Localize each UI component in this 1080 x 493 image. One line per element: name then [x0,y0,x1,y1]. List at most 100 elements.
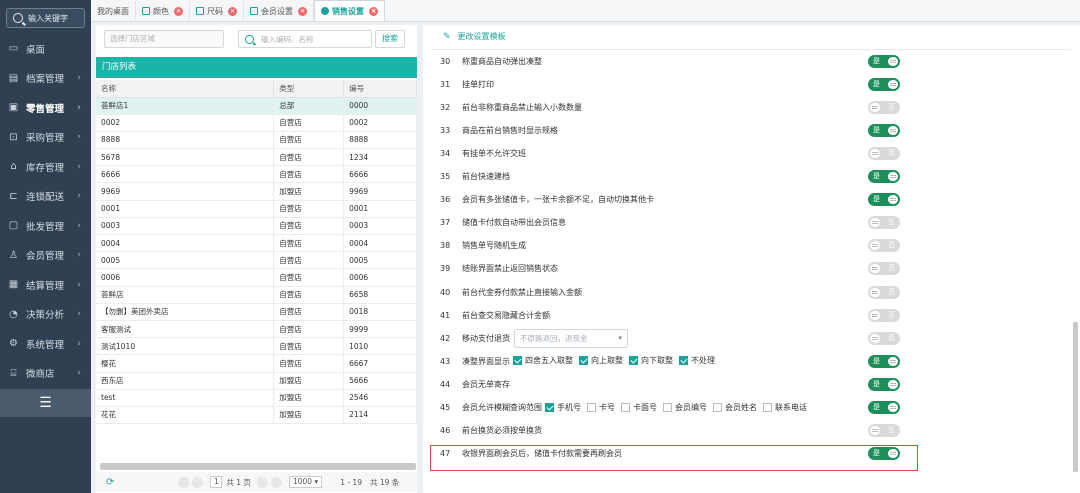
setting-toggle[interactable]: 否 [868,331,900,345]
sidebar-item-0[interactable]: ▭ 桌面 [0,34,91,64]
sidebar-item-8[interactable]: ▦ 结算管理 › [0,270,91,300]
prev-page-button[interactable] [192,476,204,488]
setting-toggle[interactable]: 否 [868,216,900,230]
checkbox-option[interactable]: 联系电话 [763,402,807,413]
checkbox[interactable] [679,356,688,366]
table-row[interactable]: 西东店 加盟店 5666 [96,372,417,390]
checkbox-option[interactable]: 卡号 [587,402,615,413]
table-row[interactable]: 6666 自营店 6666 [96,165,417,184]
table-row[interactable]: 【勿删】美团外卖店 自营店 0018 [96,303,417,321]
code-search-input[interactable]: 输入编码、名称 [238,30,372,48]
tab-3[interactable]: 会员设置 × [244,1,314,21]
checkbox[interactable] [629,356,638,366]
sidebar-item-4[interactable]: ⌂ 库存管理 › [0,152,91,182]
checkbox[interactable] [545,402,554,412]
setting-toggle[interactable]: 否 [868,424,900,438]
close-icon[interactable]: × [228,6,237,16]
last-page-button[interactable] [270,476,282,488]
checkbox-option[interactable]: 向下取整 [629,355,673,366]
vertical-scrollbar[interactable] [1073,322,1078,472]
setting-toggle[interactable]: 是 [868,377,900,391]
table-row[interactable]: test 加盟店 2546 [96,389,417,407]
refresh-icon[interactable]: ⟳ [106,477,114,488]
page-input[interactable]: 1 [210,476,223,488]
setting-toggle[interactable]: 否 [868,308,900,322]
checkbox[interactable] [663,402,672,412]
table-row[interactable]: 樱花 自营店 6667 [96,354,417,373]
setting-toggle[interactable]: 否 [868,146,900,160]
table-row[interactable]: 测试1010 自营店 1010 [96,337,417,356]
table-row[interactable]: 5678 自营店 1234 [96,148,417,167]
page-size-select[interactable]: 1000 ▾ [288,476,323,488]
checkbox-option[interactable]: 会员编号 [663,402,707,413]
sidebar-item-1[interactable]: ▤ 档案管理 › [0,64,91,94]
table-row[interactable]: 0001 自营店 0001 [96,200,417,218]
checkbox-option[interactable]: 不处理 [679,355,715,366]
checkbox[interactable] [579,356,588,366]
table-row[interactable]: 0004 自营店 0004 [96,234,417,253]
setting-toggle[interactable]: 是 [868,193,900,207]
first-page-button[interactable] [178,476,190,488]
setting-label: 有挂单不允许交班 [462,148,526,158]
table-row[interactable]: 客服测试 自营店 9999 [96,320,417,339]
checkbox[interactable] [763,402,772,412]
setting-toggle[interactable]: 否 [868,285,900,299]
toggle-label: 是 [873,195,880,204]
setting-toggle[interactable]: 是 [868,354,900,368]
checkbox[interactable] [513,356,522,366]
table-row[interactable]: 荟鲜店1 总部 0000 [96,97,417,115]
checkbox[interactable] [713,402,722,412]
setting-toggle[interactable]: 否 [868,262,900,276]
setting-toggle[interactable]: 是 [868,123,900,137]
checkbox-option[interactable]: 会员姓名 [713,402,757,413]
setting-toggle[interactable]: 是 [868,77,900,91]
sidebar-item-9[interactable]: ◔ 决策分析 › [0,300,91,330]
table-cell: 自营店 [273,337,345,356]
checkbox[interactable] [587,402,596,412]
tab-0[interactable]: 我的桌面 [91,1,136,21]
table-row[interactable]: 0006 自营店 0006 [96,268,417,287]
checkbox-option[interactable]: 卡面号 [621,402,657,413]
column-header[interactable]: 名称 [96,80,275,98]
setting-toggle[interactable]: 是 [868,170,900,183]
setting-toggle[interactable]: 否 [868,239,900,253]
close-icon[interactable]: × [298,6,307,16]
checkbox-option[interactable]: 手机号 [545,402,581,413]
setting-toggle[interactable]: 否 [868,100,900,114]
sidebar-item-11[interactable]: ⌸ 微商店 › [0,359,91,389]
store-area-select[interactable]: 选择门店区域 [104,30,224,48]
sidebar-search[interactable]: 输入关键字 [6,8,85,28]
checkbox[interactable] [621,402,630,412]
next-page-button[interactable] [256,476,268,488]
checkbox-option[interactable]: 四舍五入取整 [513,355,573,366]
sidebar-item-2[interactable]: ▣ 零售管理 › [0,93,91,123]
change-template-link[interactable]: ✎ 更改设置模板 [443,31,506,42]
column-header[interactable]: 编号 [343,80,417,98]
tab-2[interactable]: 尺码 × [190,1,244,21]
table-row[interactable]: 荟鲜店 自营店 6658 [96,286,417,304]
table-row[interactable]: 0005 自营店 0005 [96,251,417,270]
table-row[interactable]: 花花 加盟店 2114 [96,406,417,425]
checkbox-option[interactable]: 向上取整 [579,355,623,366]
column-header[interactable]: 类型 [273,80,345,98]
close-icon[interactable]: × [174,6,183,16]
refund-mode-select[interactable]: 不原路退回，退现金 ▾ [514,328,628,348]
sidebar-item-3[interactable]: ⊡ 采购管理 › [0,123,91,153]
menu-collapse-button[interactable]: ☰ [0,389,91,417]
table-row[interactable]: 0003 自营店 0003 [96,217,417,236]
table-row[interactable]: 9969 加盟店 9969 [96,182,417,201]
sidebar-item-7[interactable]: ♙ 会员管理 › [0,241,91,271]
search-button[interactable]: 搜索 [375,30,405,48]
sidebar-item-10[interactable]: ⚙ 系统管理 › [0,329,91,359]
table-row[interactable]: 0002 自营店 0002 [96,114,417,132]
table-cell: 6666 [96,165,275,184]
horizontal-scrollbar[interactable] [100,463,416,470]
close-icon[interactable]: × [369,6,378,16]
sidebar-item-5[interactable]: ⊏ 连锁配送 › [0,182,91,212]
tab-4[interactable]: 销售设置 × [314,0,385,21]
sidebar-item-6[interactable]: ▢ 批发管理 › [0,211,91,241]
setting-toggle[interactable]: 是 [868,401,900,414]
setting-toggle[interactable]: 是 [868,54,900,68]
tab-1[interactable]: 颜色 × [136,1,190,21]
table-row[interactable]: 8888 自营店 8888 [96,131,417,150]
